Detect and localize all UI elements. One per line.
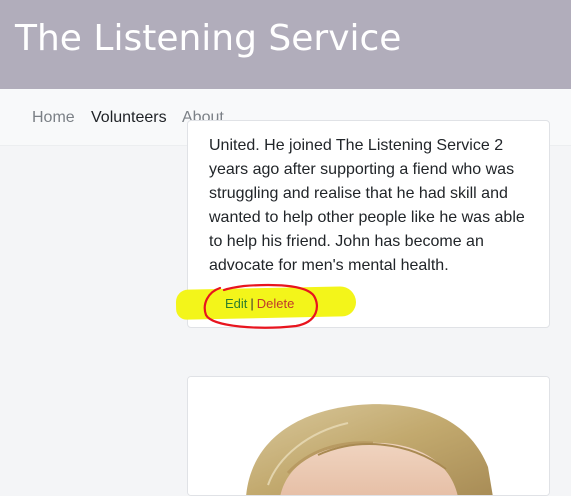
edit-link[interactable]: Edit <box>225 296 247 311</box>
bio-line: to help his friend. John has become an <box>209 233 484 250</box>
action-separator: | <box>250 296 254 311</box>
nav-volunteers[interactable]: Volunteers <box>91 108 167 128</box>
site-title[interactable]: The Listening Service <box>15 16 401 62</box>
volunteer-card <box>187 376 550 496</box>
bio-line: advocate for men's mental health. <box>209 257 449 274</box>
bio-line: struggling and realise that he had skill… <box>209 185 508 202</box>
delete-link[interactable]: Delete <box>257 296 295 311</box>
volunteer-photo <box>188 377 549 495</box>
nav-home[interactable]: Home <box>32 108 75 128</box>
bio-line: years ago after supporting a fiend who w… <box>209 161 515 178</box>
bio-line: United. He joined The Listening Service … <box>209 137 504 154</box>
site-header: The Listening Service <box>0 0 571 89</box>
volunteer-bio: United. He joined The Listening Service … <box>209 134 539 278</box>
bio-line: wanted to help other people like he was … <box>209 209 525 226</box>
card-actions: Edit | Delete <box>225 296 294 312</box>
